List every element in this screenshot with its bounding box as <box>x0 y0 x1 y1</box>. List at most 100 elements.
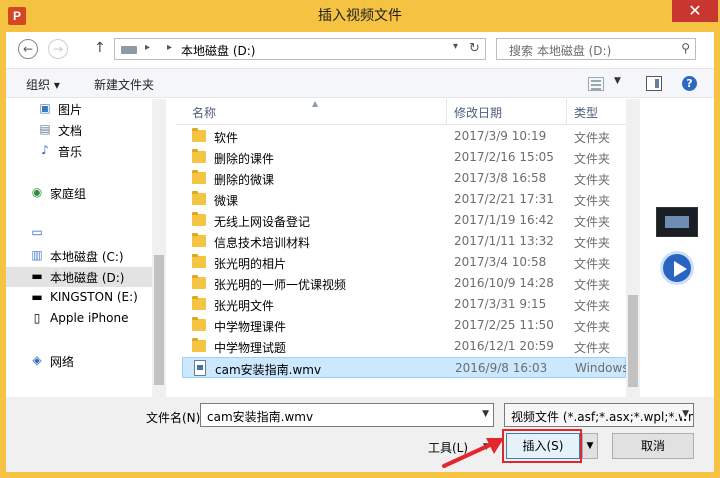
drive-icon: ▬ <box>31 269 43 283</box>
preview-pane-icon[interactable] <box>646 76 662 91</box>
file-row[interactable]: 张光明的相片 2017/3/4 10:58 文件夹 <box>182 252 626 273</box>
navigation-pane: ▣ 图片 ▤ 文档 ♪ 音乐 ◉ 家庭组 ▭ ▥ 本地磁盘 (C:) ▬ 本地磁… <box>6 99 166 397</box>
file-type: Windows <box>575 361 626 375</box>
new-folder-button[interactable]: 新建文件夹 <box>94 76 154 93</box>
forward-button[interactable]: → <box>48 39 68 59</box>
search-input[interactable]: 搜索 本地磁盘 (D:) ⚲ <box>496 38 696 60</box>
chevron-right-icon[interactable]: ▸ <box>167 42 172 53</box>
filename-label: 文件名(N): <box>146 411 205 425</box>
search-icon[interactable]: ⚲ <box>681 41 690 55</box>
file-name: 信息技术培训材料 <box>214 236 311 250</box>
sidebar-item-label: KINGSTON (E:) <box>50 290 138 304</box>
column-name[interactable]: 名称 <box>192 104 216 121</box>
address-bar[interactable]: ▸ ▸ 本地磁盘 (D:) ▾ ↻ <box>114 38 486 60</box>
file-row-selected[interactable]: cam安装指南.wmv 2016/9/8 16:03 Windows <box>182 357 626 378</box>
file-date: 2017/1/19 16:42 <box>454 213 554 227</box>
sidebar-item-music[interactable]: ♪ 音乐 <box>6 141 152 161</box>
breadcrumb-current[interactable]: 本地磁盘 (D:) <box>181 42 255 59</box>
folder-icon <box>192 338 206 352</box>
file-type: 文件夹 <box>574 299 611 313</box>
sidebar-item-drive-d[interactable]: ▬ 本地磁盘 (D:) <box>6 267 152 287</box>
file-row[interactable]: 中学物理试题 2016/12/1 20:59 文件夹 <box>182 336 626 357</box>
video-thumbnail <box>656 207 698 237</box>
sidebar-item-drive-c[interactable]: ▥ 本地磁盘 (C:) <box>6 246 152 266</box>
sidebar-scrollbar-thumb[interactable] <box>154 255 164 385</box>
file-row[interactable]: 无线上网设备登记 2017/1/19 16:42 文件夹 <box>182 210 626 231</box>
annotation-arrow <box>442 438 504 468</box>
chevron-down-icon[interactable]: ▼ <box>482 409 489 419</box>
documents-icon: ▤ <box>39 122 51 136</box>
column-type[interactable]: 类型 <box>574 104 598 121</box>
file-name: 中学物理试题 <box>214 341 287 355</box>
sidebar-item-iphone[interactable]: ▯ Apple iPhone <box>6 309 152 329</box>
organize-button[interactable]: 组织 ▾ <box>26 76 60 93</box>
file-date: 2017/3/8 16:58 <box>454 171 547 185</box>
filename-value: cam安装指南.wmv <box>207 410 314 424</box>
close-button[interactable]: ✕ <box>672 0 718 22</box>
folder-icon <box>192 254 206 268</box>
sort-up-icon: ▲ <box>312 99 319 108</box>
column-divider[interactable] <box>446 99 447 125</box>
chevron-down-icon[interactable]: ▼ <box>614 76 621 86</box>
insert-dropdown-button[interactable]: ▼ <box>582 433 598 459</box>
file-type: 文件夹 <box>574 320 611 334</box>
filename-input[interactable]: cam安装指南.wmv ▼ <box>200 403 494 427</box>
file-date: 2016/12/1 20:59 <box>454 339 554 353</box>
sidebar-item-label: 音乐 <box>58 145 83 159</box>
chevron-right-icon[interactable]: ▸ <box>145 42 150 53</box>
folder-icon <box>192 128 206 142</box>
file-name: 张光明的相片 <box>214 257 287 271</box>
file-type: 文件夹 <box>574 278 611 292</box>
pictures-icon: ▣ <box>39 101 51 115</box>
file-row[interactable]: 微课 2017/2/21 17:31 文件夹 <box>182 189 626 210</box>
view-options-icon[interactable] <box>588 77 604 91</box>
network-icon: ◈ <box>32 353 42 367</box>
sidebar-item-label: 本地磁盘 (D:) <box>50 271 125 285</box>
sidebar-item-homegroup[interactable]: ◉ 家庭组 <box>6 183 144 203</box>
music-icon: ♪ <box>41 143 49 157</box>
file-name: 删除的微课 <box>214 173 275 187</box>
file-date: 2017/3/4 10:58 <box>454 255 547 269</box>
file-name: 无线上网设备登记 <box>214 215 311 229</box>
cancel-button[interactable]: 取消 <box>612 433 694 459</box>
file-row[interactable]: 中学物理课件 2017/2/25 11:50 文件夹 <box>182 315 626 336</box>
file-date: 2017/3/31 9:15 <box>454 297 547 311</box>
sidebar-item-label: 网络 <box>50 355 75 369</box>
sidebar-item-label: 本地磁盘 (C:) <box>50 250 124 264</box>
sidebar-item-pictures[interactable]: ▣ 图片 <box>6 99 152 119</box>
file-date: 2017/2/16 15:05 <box>454 150 554 164</box>
sidebar-item-network[interactable]: ◈ 网络 <box>6 351 144 371</box>
sidebar-item-label: 文档 <box>58 124 83 138</box>
folder-icon <box>192 296 206 310</box>
file-row[interactable]: 张光明文件 2017/3/31 9:15 文件夹 <box>182 294 626 315</box>
folder-icon <box>192 149 206 163</box>
sidebar-item-kingston[interactable]: ▬ KINGSTON (E:) <box>6 288 152 308</box>
sidebar-item-computer[interactable]: ▭ <box>6 223 144 243</box>
file-list-scrollbar-thumb[interactable] <box>628 295 638 387</box>
file-type: 文件夹 <box>574 257 611 271</box>
refresh-button[interactable]: ↻ <box>469 41 480 56</box>
insert-button[interactable]: 插入(S) <box>506 433 580 459</box>
column-divider[interactable] <box>566 99 567 125</box>
sidebar-item-label: 家庭组 <box>50 187 87 201</box>
dialog-footer: 文件名(N): cam安装指南.wmv ▼ 视频文件 (*.asf;*.asx;… <box>6 397 714 472</box>
file-list-scrollbar[interactable] <box>626 99 640 397</box>
help-icon[interactable]: ? <box>682 76 697 91</box>
file-row[interactable]: 软件 2017/3/9 10:19 文件夹 <box>182 126 626 147</box>
file-name: 张光明文件 <box>214 299 275 313</box>
file-row[interactable]: 删除的课件 2017/2/16 15:05 文件夹 <box>182 147 626 168</box>
sidebar-item-documents[interactable]: ▤ 文档 <box>6 120 152 140</box>
video-file-icon <box>194 360 206 376</box>
column-date[interactable]: 修改日期 <box>454 104 502 121</box>
back-button[interactable]: ← <box>18 39 38 59</box>
chevron-down-icon[interactable]: ▼ <box>682 409 689 419</box>
file-row[interactable]: 信息技术培训材料 2017/1/11 13:32 文件夹 <box>182 231 626 252</box>
up-button[interactable]: ↑ <box>94 40 106 56</box>
file-row[interactable]: 删除的微课 2017/3/8 16:58 文件夹 <box>182 168 626 189</box>
file-row[interactable]: 张光明的一师一优课视频 2016/10/9 14:28 文件夹 <box>182 273 626 294</box>
sidebar-scrollbar[interactable] <box>152 99 166 397</box>
sidebar-item-label: Apple iPhone <box>50 311 129 325</box>
chevron-down-icon[interactable]: ▾ <box>453 41 458 52</box>
file-name: 删除的课件 <box>214 152 275 166</box>
filetype-select[interactable]: 视频文件 (*.asf;*.asx;*.wpl;*.wm ▼ <box>504 403 694 427</box>
